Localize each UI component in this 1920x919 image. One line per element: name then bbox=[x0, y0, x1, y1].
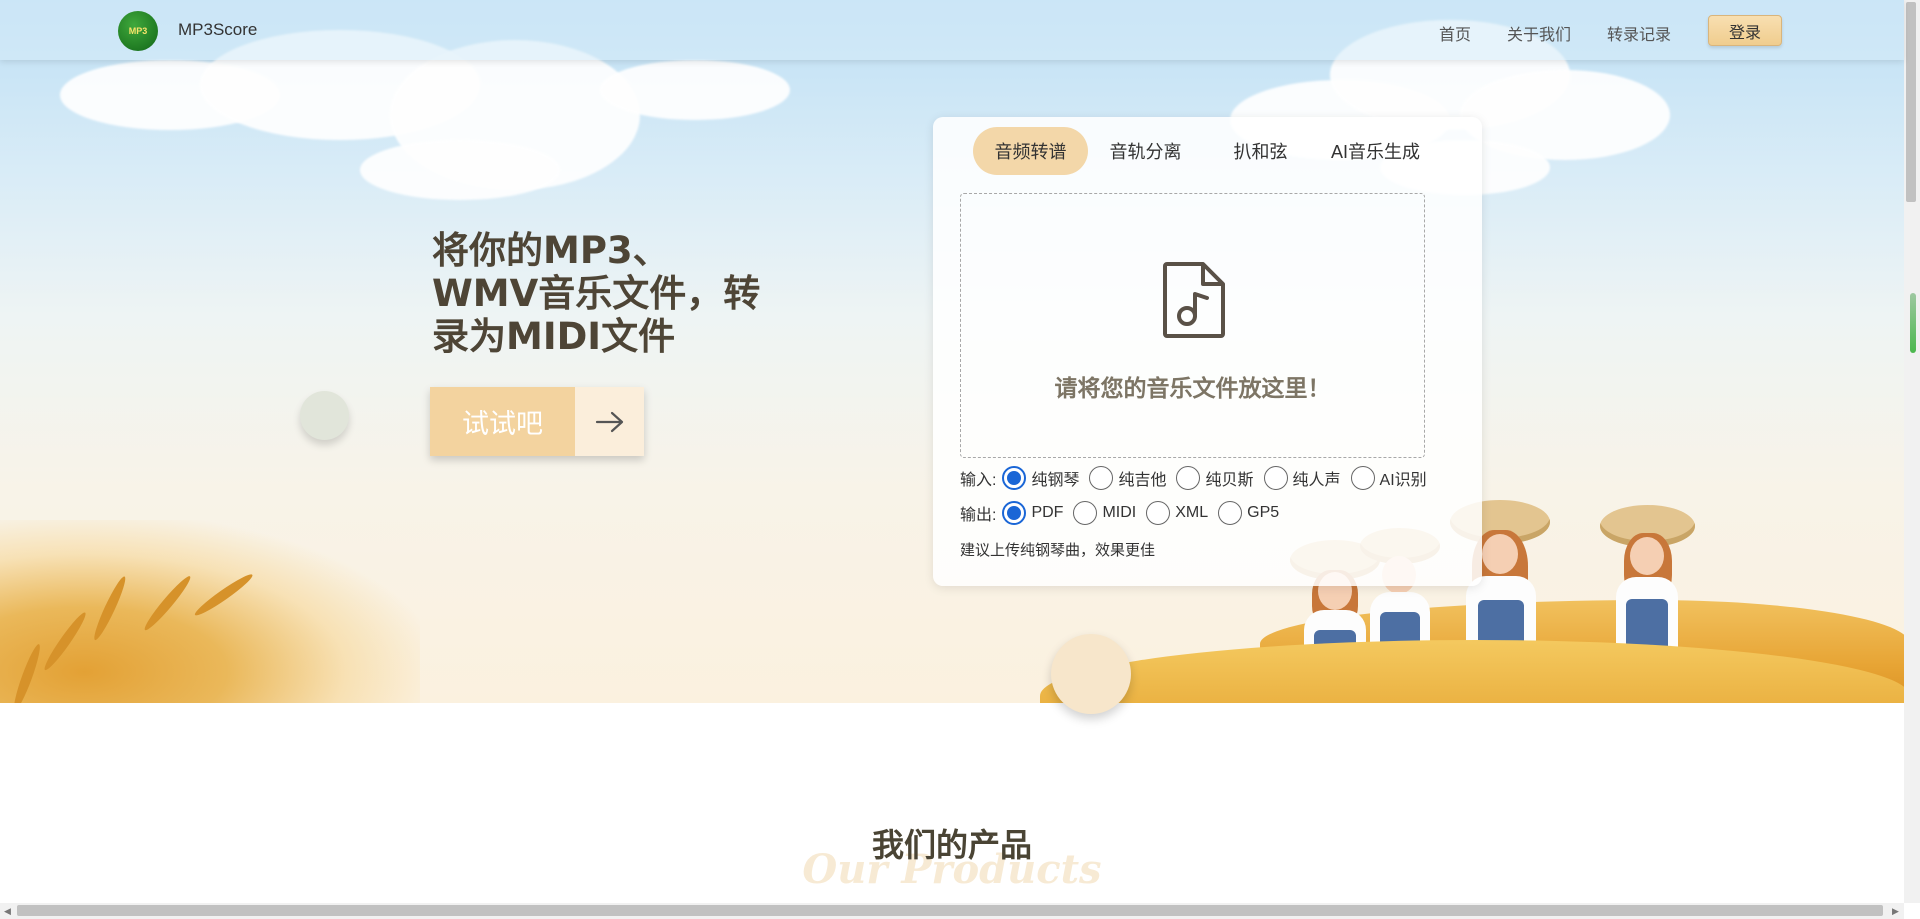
cloud bbox=[600, 60, 790, 120]
radio-label: 纯人声 bbox=[1292, 472, 1341, 489]
radio-label: PDF bbox=[1031, 504, 1064, 521]
wheat-field-left bbox=[0, 520, 420, 703]
tab-track-separation[interactable]: 音轨分离 bbox=[1088, 127, 1203, 175]
output-label: 输出: bbox=[960, 507, 997, 524]
arrow-right-icon bbox=[575, 387, 644, 456]
radio-label: XML bbox=[1175, 504, 1209, 521]
vertical-scroll-thumb[interactable] bbox=[1906, 2, 1916, 202]
radio-button[interactable] bbox=[1089, 466, 1114, 490]
section-title: 我们的产品 bbox=[871, 826, 1032, 864]
tab-chord-extraction[interactable]: 扒和弦 bbox=[1203, 127, 1318, 175]
logo-text: MP3 bbox=[128, 26, 148, 36]
logo[interactable]: MP3 bbox=[118, 11, 158, 51]
decorative-circle bbox=[300, 391, 349, 440]
dropzone-text: 请将您的音乐文件放这里！ bbox=[1054, 376, 1331, 402]
radio-output-gp5[interactable]: GP5 bbox=[1218, 501, 1279, 525]
hero-headline: 将你的MP3、WMV音乐文件，转录为MIDI文件 bbox=[432, 229, 761, 358]
input-options: 输入: 纯钢琴 纯吉他 纯贝斯 纯人声 AI识别 bbox=[960, 466, 1437, 490]
radio-button[interactable] bbox=[1263, 466, 1288, 490]
radio-button[interactable] bbox=[1350, 466, 1375, 490]
nav-link-about[interactable]: 关于我们 bbox=[1507, 21, 1571, 45]
radio-input-guitar[interactable]: 纯吉他 bbox=[1089, 466, 1166, 490]
radio-output-pdf[interactable]: PDF bbox=[1002, 501, 1063, 525]
radio-label: 纯贝斯 bbox=[1205, 472, 1254, 489]
try-it-label: 试试吧 bbox=[430, 387, 575, 456]
tab-audio-to-score[interactable]: 音频转谱 bbox=[973, 127, 1088, 175]
radio-output-xml[interactable]: XML bbox=[1146, 501, 1208, 525]
scroll-left-icon[interactable]: ◀ bbox=[4, 906, 11, 917]
radio-input-piano[interactable]: 纯钢琴 bbox=[1002, 466, 1079, 490]
radio-button[interactable] bbox=[1002, 466, 1027, 490]
tab-ai-music[interactable]: AI音乐生成 bbox=[1318, 127, 1433, 175]
horizontal-scroll-thumb[interactable] bbox=[17, 905, 1883, 916]
side-widget-tab[interactable] bbox=[1910, 293, 1916, 353]
radio-output-midi[interactable]: MIDI bbox=[1073, 501, 1136, 525]
converter-card: 音频转谱 音轨分离 扒和弦 AI音乐生成 请将您的音乐文件放这里！ 输入: 纯钢… bbox=[933, 117, 1482, 586]
radio-button[interactable] bbox=[1176, 466, 1201, 490]
upload-hint: 建议上传纯钢琴曲，效果更佳 bbox=[960, 542, 1156, 559]
radio-input-bass[interactable]: 纯贝斯 bbox=[1176, 466, 1254, 490]
nav-link-records[interactable]: 转录记录 bbox=[1607, 21, 1671, 45]
login-button[interactable]: 登录 bbox=[1708, 15, 1782, 46]
file-dropzone[interactable]: 请将您的音乐文件放这里！ bbox=[960, 193, 1425, 458]
radio-label: 纯吉他 bbox=[1118, 472, 1167, 489]
music-file-icon bbox=[1161, 260, 1227, 345]
output-options: 输出: PDF MIDI XML GP5 bbox=[960, 501, 1289, 525]
radio-label: 纯钢琴 bbox=[1031, 472, 1080, 489]
radio-button[interactable] bbox=[1218, 501, 1243, 525]
radio-button[interactable] bbox=[1073, 501, 1098, 525]
radio-label: MIDI bbox=[1102, 504, 1137, 521]
input-label: 输入: bbox=[960, 472, 997, 489]
nav-link-home[interactable]: 首页 bbox=[1439, 21, 1471, 45]
decorative-circle bbox=[1051, 634, 1131, 714]
navbar: MP3 MP3Score 首页 关于我们 转录记录 登录 bbox=[0, 0, 1904, 60]
try-it-button[interactable]: 试试吧 bbox=[430, 387, 644, 456]
brand-name[interactable]: MP3Score bbox=[178, 20, 257, 40]
radio-input-vocal[interactable]: 纯人声 bbox=[1263, 466, 1341, 490]
scroll-right-icon[interactable]: ▶ bbox=[1892, 906, 1899, 917]
radio-input-ai[interactable]: AI识别 bbox=[1350, 466, 1427, 490]
radio-button[interactable] bbox=[1146, 501, 1171, 525]
radio-label: GP5 bbox=[1247, 504, 1280, 521]
radio-label: AI识别 bbox=[1379, 472, 1427, 489]
cloud bbox=[360, 140, 560, 200]
tab-bar: 音频转谱 音轨分离 扒和弦 AI音乐生成 bbox=[973, 127, 1433, 175]
radio-button[interactable] bbox=[1002, 501, 1027, 525]
